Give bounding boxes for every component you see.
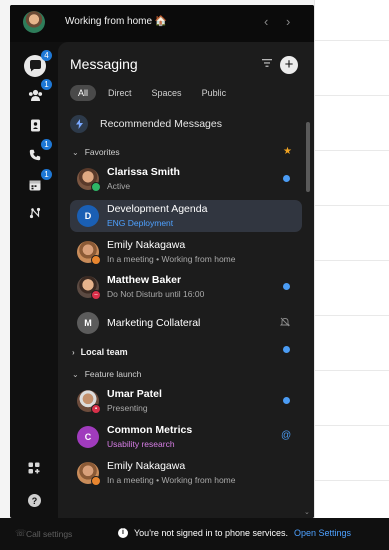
chevron-down-icon: ⌄	[72, 369, 79, 379]
space-avatar: D	[77, 205, 99, 227]
rail-item-workflows[interactable]	[24, 202, 46, 224]
conversation-umar-patel[interactable]: ▪ Umar Patel Presenting	[70, 385, 302, 417]
conversation-team: Usability research	[107, 439, 175, 449]
scroll-down-arrow-icon[interactable]: ⌄	[304, 508, 310, 516]
messaging-badge: 4	[41, 50, 52, 61]
tab-public[interactable]: Public	[194, 85, 235, 101]
webex-window: Working from home 🏠 ‹ › 4 1 1 1 ? Messag…	[10, 5, 314, 518]
filter-icon[interactable]	[262, 58, 272, 70]
mention-at-icon: @	[281, 430, 292, 441]
scrollbar-thumb[interactable]	[306, 122, 310, 192]
conversation-name: Emily Nakagawa	[107, 460, 186, 472]
messaging-panel: Messaging + All Direct Spaces Public Rec…	[58, 42, 314, 518]
star-icon: ★	[283, 146, 292, 157]
forward-arrow-icon[interactable]: ›	[286, 14, 290, 29]
filter-tabs: All Direct Spaces Public	[70, 85, 234, 101]
conversation-emily-nakagawa[interactable]: Emily Nakagawa In a meeting • Working fr…	[70, 236, 302, 268]
conversation-name: Clarissa Smith	[107, 166, 180, 178]
section-local-team-indicator	[70, 339, 302, 359]
conversation-status: In a meeting • Working from home	[107, 254, 236, 264]
conversation-development-agenda[interactable]: D Development Agenda ENG Deployment	[70, 200, 302, 232]
recommended-messages[interactable]: Recommended Messages	[70, 114, 222, 134]
apps-grid-icon[interactable]	[28, 462, 40, 477]
conversation-status: In a meeting • Working from home	[107, 475, 236, 485]
conversation-name: Common Metrics	[107, 424, 193, 436]
call-settings-link[interactable]: Call settings	[26, 529, 72, 539]
unread-dot	[283, 346, 290, 353]
rail-item-meetings[interactable]: 1	[24, 169, 52, 196]
left-navigation-rail: 4 1 1 1 ?	[10, 42, 58, 518]
conversation-name: Development Agenda	[107, 203, 208, 215]
rail-item-messaging[interactable]: 4	[24, 50, 52, 77]
teams-badge: 1	[41, 79, 52, 90]
people-group-icon	[28, 89, 42, 101]
meetings-badge: 1	[41, 169, 52, 180]
user-avatar[interactable]	[23, 11, 45, 33]
space-avatar: C	[77, 426, 99, 448]
unread-dot	[283, 175, 290, 182]
house-emoji-icon: 🏠	[154, 16, 168, 27]
conversation-name: Umar Patel	[107, 388, 162, 400]
new-message-button[interactable]: +	[280, 56, 298, 74]
page-title: Messaging	[70, 56, 138, 72]
muted-bell-icon	[279, 317, 291, 329]
phone-icon	[29, 149, 41, 161]
section-label: Feature launch	[84, 369, 142, 379]
workflow-icon	[29, 207, 41, 219]
space-avatar: M	[77, 312, 99, 334]
chevron-down-icon: ⌄	[72, 147, 79, 157]
notice-text: You're not signed in to phone services.	[134, 528, 288, 538]
calling-badge: 1	[41, 139, 52, 150]
phone-service-notice: i You're not signed in to phone services…	[118, 528, 351, 538]
conversation-name: Emily Nakagawa	[107, 239, 186, 251]
rail-item-calling[interactable]: 1	[24, 139, 52, 166]
presence-active-icon	[91, 182, 101, 192]
conversation-matthew-baker[interactable]: – Matthew Baker Do Not Disturb until 16:…	[70, 271, 302, 303]
rail-item-teams[interactable]: 1	[24, 79, 52, 106]
back-arrow-icon[interactable]: ‹	[264, 14, 268, 29]
info-icon: i	[118, 528, 128, 538]
section-feature-launch[interactable]: ⌄ Feature launch	[72, 367, 141, 381]
recommended-label: Recommended Messages	[100, 118, 222, 130]
tab-spaces[interactable]: Spaces	[144, 85, 190, 101]
contacts-book-icon	[30, 119, 40, 131]
conversation-clarissa-smith[interactable]: Clarissa Smith Active	[70, 163, 302, 195]
unread-dot	[283, 397, 290, 404]
presence-presenting-icon: ▪	[91, 404, 101, 414]
conversation-status: Do Not Disturb until 16:00	[107, 289, 205, 299]
conversation-common-metrics[interactable]: C Common Metrics Usability research @	[70, 421, 302, 453]
rail-item-contacts[interactable]	[24, 114, 46, 136]
title-bar: Working from home 🏠 ‹ ›	[10, 5, 314, 42]
conversation-name: Marketing Collateral	[107, 317, 201, 329]
status-footer: ☏ Call settings i You're not signed in t…	[0, 518, 389, 550]
app-hub-icon	[28, 462, 40, 474]
user-status[interactable]: Working from home 🏠	[65, 16, 167, 27]
conversation-status: Active	[107, 181, 131, 191]
tab-all[interactable]: All	[70, 85, 97, 101]
help-icon: ?	[28, 494, 41, 507]
chat-bubble-icon	[29, 60, 41, 72]
unread-dot	[283, 283, 290, 290]
plus-icon: +	[284, 56, 294, 73]
conversation-status: Presenting	[107, 403, 148, 413]
calendar-icon	[29, 180, 41, 191]
open-settings-link[interactable]: Open Settings	[294, 528, 351, 538]
help-button[interactable]: ?	[28, 494, 41, 507]
conversation-marketing-collateral[interactable]: M Marketing Collateral	[70, 307, 302, 339]
background-content-area	[314, 0, 389, 520]
section-label: Favorites	[84, 147, 120, 157]
section-favorites[interactable]: ⌄ Favorites	[72, 145, 120, 159]
conversation-team: ENG Deployment	[107, 218, 174, 228]
lightning-bolt-icon	[70, 115, 88, 133]
presence-dnd-icon: –	[91, 290, 101, 300]
presence-in-meeting-icon	[91, 476, 101, 486]
call-settings-icon: ☏	[15, 528, 27, 538]
conversation-emily-nakagawa-2[interactable]: Emily Nakagawa In a meeting • Working fr…	[70, 457, 302, 489]
tab-direct[interactable]: Direct	[100, 85, 140, 101]
presence-in-meeting-icon	[91, 255, 101, 265]
conversation-name: Matthew Baker	[107, 274, 182, 286]
